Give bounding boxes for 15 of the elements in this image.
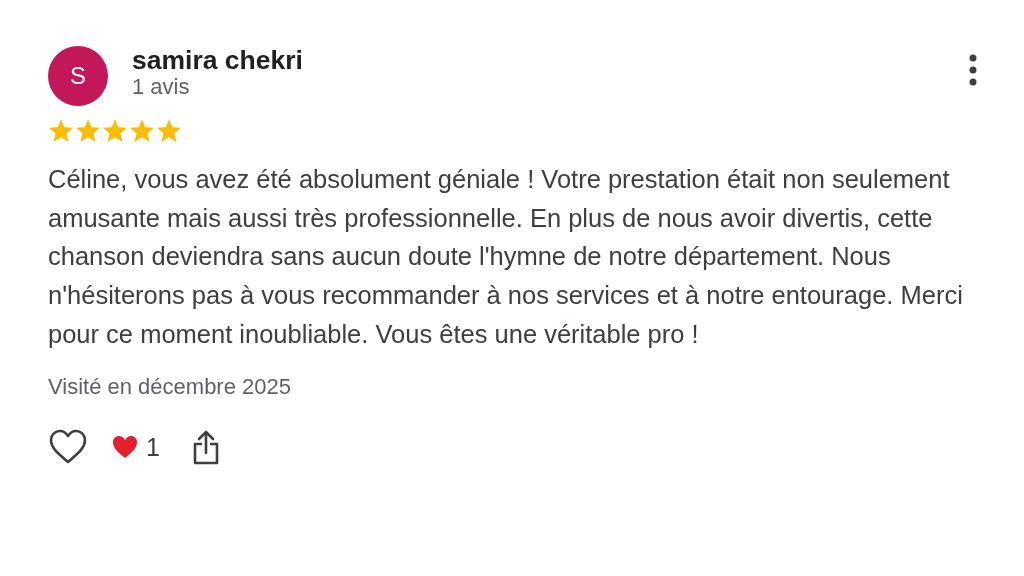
share-icon[interactable] — [191, 429, 220, 466]
star-icon — [129, 118, 155, 143]
review-text: Céline, vous avez été absolument géniale ! Votre prestation était non seulement amusante mais aussi très professionnelle. En plus de nous avoir divertis, cette chanson deviendra sans aucun doute l'hymne de notre département. Nous n'hésiterons pas à vous recommander à nos services et à notre entourage. Merci pour ce moment inoubliable. Vous êtes une véritable pro ! — [48, 164, 964, 350]
star-icon — [102, 118, 128, 143]
heart-icon — [112, 435, 138, 460]
visit-date: Visité en décembre 2025 — [48, 372, 292, 401]
review-count: 1 avis — [132, 74, 191, 100]
star-icon — [48, 118, 74, 143]
avatar: S — [48, 46, 108, 106]
more-icon — [968, 54, 978, 86]
author-name: samira chekri — [132, 46, 303, 74]
star-icon — [75, 118, 101, 143]
like-icon[interactable] — [48, 429, 88, 466]
reaction-count: 1 — [146, 431, 160, 463]
star-icon — [156, 118, 182, 143]
